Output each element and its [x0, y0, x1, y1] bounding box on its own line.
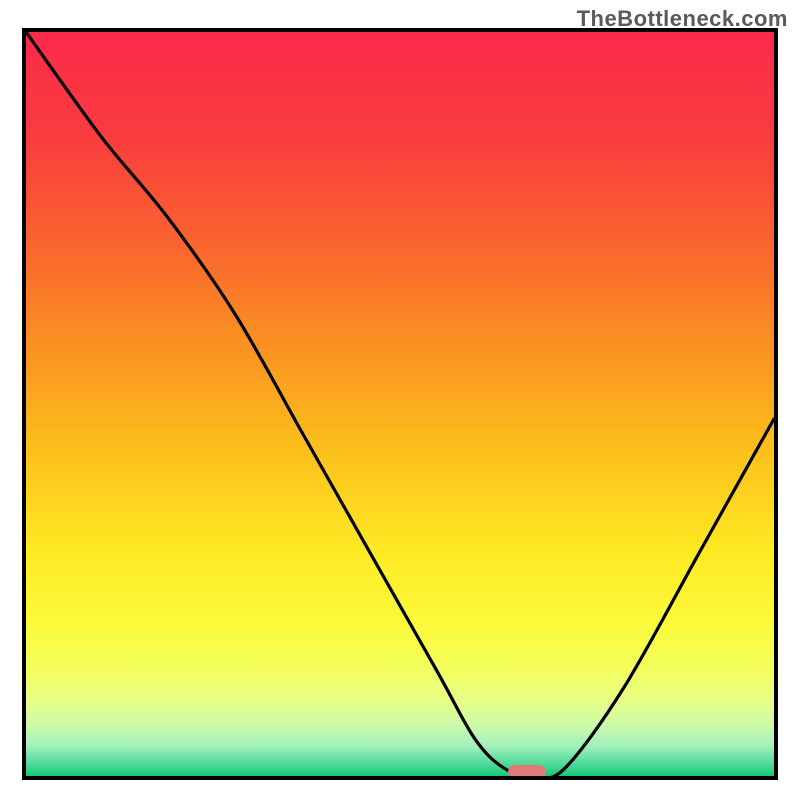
- plot-frame: [22, 28, 778, 780]
- bottleneck-curve: [26, 32, 774, 776]
- watermark-text: TheBottleneck.com: [577, 6, 788, 32]
- chart-container: TheBottleneck.com: [0, 0, 800, 800]
- optimal-marker: [508, 765, 546, 779]
